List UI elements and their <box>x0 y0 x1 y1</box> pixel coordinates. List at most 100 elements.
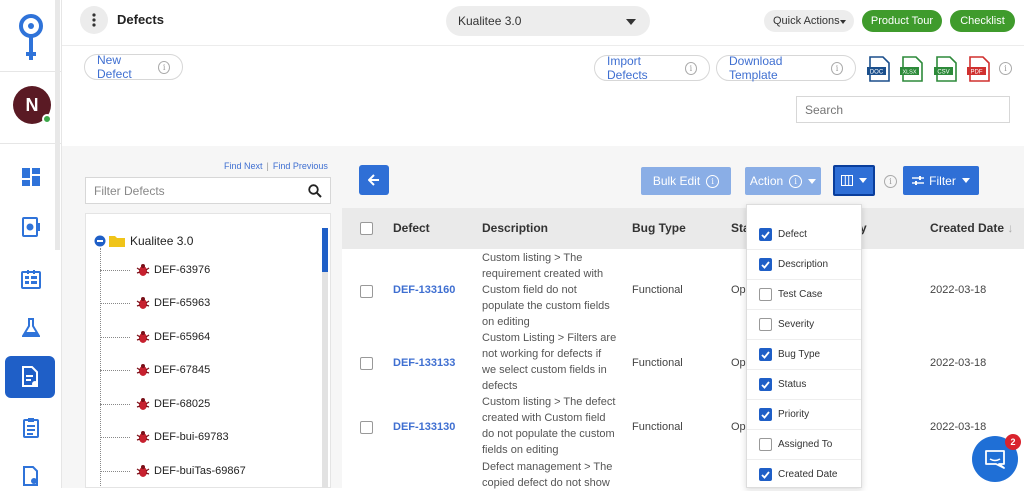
checked-checkbox-icon[interactable] <box>759 228 772 241</box>
new-defect-button[interactable]: New Defect i <box>84 53 183 81</box>
column-header-created-date[interactable]: Created Date ↓ <box>930 221 1013 235</box>
tree-item[interactable]: DEF-buiTas-69867 <box>100 464 246 478</box>
rail-scrollbar[interactable] <box>55 0 60 250</box>
action-button[interactable]: Action i <box>745 167 821 195</box>
column-option[interactable]: Defect <box>747 220 861 250</box>
row-bug-type: Functional <box>632 284 683 296</box>
column-option[interactable]: Priority <box>747 400 861 430</box>
row-bug-type: Functional <box>632 421 683 433</box>
tree-item[interactable]: DEF-63976 <box>100 263 210 277</box>
back-button[interactable] <box>359 165 389 195</box>
description-line: do not populate the custom <box>482 428 615 440</box>
description-line: created with Custom field <box>482 412 606 424</box>
find-links-separator: | <box>266 161 269 171</box>
collapse-icon[interactable] <box>94 235 106 247</box>
column-option[interactable]: Created Date <box>747 460 861 490</box>
pdf-file-icon[interactable]: PDF <box>964 55 992 83</box>
tree-item-label: DEF-bui-69783 <box>154 431 229 443</box>
search-input[interactable] <box>796 96 1010 123</box>
tree-item[interactable]: DEF-65964 <box>100 330 210 344</box>
defect-id-link[interactable]: DEF-133160 <box>393 284 455 296</box>
checked-checkbox-icon[interactable] <box>759 378 772 391</box>
page-title: Defects <box>117 12 164 27</box>
column-option-label: Priority <box>778 409 810 420</box>
doc-file-icon[interactable]: DOC <box>864 55 892 83</box>
find-next-link[interactable]: Find Next <box>224 161 263 171</box>
checked-checkbox-icon[interactable] <box>759 408 772 421</box>
xlsx-file-icon[interactable]: XLSX <box>897 55 925 83</box>
bug-icon <box>136 264 150 276</box>
column-option[interactable]: Description <box>747 250 861 280</box>
defects-nav-icon[interactable] <box>5 356 55 398</box>
unchecked-checkbox-icon[interactable] <box>759 318 772 331</box>
defect-id-link[interactable]: DEF-133133 <box>393 357 455 369</box>
bulk-edit-button[interactable]: Bulk Edit i <box>641 167 731 195</box>
column-option[interactable]: Bug Type <box>747 340 861 370</box>
info-icon[interactable]: i <box>999 62 1012 75</box>
info-icon[interactable]: i <box>706 174 720 188</box>
tree-branch-line <box>100 436 130 438</box>
online-status-dot <box>42 114 52 124</box>
download-template-button[interactable]: Download Template i <box>716 54 856 82</box>
column-option-label: Bug Type <box>778 349 821 360</box>
defect-id-link[interactable]: DEF-133130 <box>393 421 455 433</box>
tree-branch-line <box>100 269 130 271</box>
row-checkbox[interactable] <box>360 285 373 298</box>
column-header-defect[interactable]: Defect <box>393 221 430 235</box>
product-tour-button[interactable]: Product Tour <box>862 10 942 32</box>
tree-item-label: DEF-67845 <box>154 364 211 376</box>
import-defects-button[interactable]: Import Defects i <box>594 54 710 82</box>
select-all-checkbox[interactable] <box>360 222 373 235</box>
info-icon[interactable]: i <box>830 61 843 75</box>
report-search-icon[interactable] <box>17 462 45 490</box>
tree-root-node[interactable]: Kualitee 3.0 <box>94 234 193 248</box>
tree-item[interactable]: DEF-65963 <box>100 296 210 310</box>
info-icon[interactable]: i <box>158 60 170 74</box>
unchecked-checkbox-icon[interactable] <box>759 438 772 451</box>
checklist-button[interactable]: Checklist <box>950 10 1015 32</box>
tree-item[interactable]: DEF-68025 <box>100 397 210 411</box>
search-icon[interactable] <box>308 184 322 198</box>
tree-item-label: DEF-63976 <box>154 264 211 276</box>
lab-flask-icon[interactable] <box>17 314 45 342</box>
test-plan-icon[interactable] <box>17 265 45 293</box>
description-line: Custom listing > The defect <box>482 396 616 408</box>
avatar-initial: N <box>25 94 39 115</box>
checked-checkbox-icon[interactable] <box>759 468 772 481</box>
tree-item[interactable]: DEF-67845 <box>100 363 210 377</box>
project-select[interactable]: Kualitee 3.0 <box>446 6 650 36</box>
tree-scrollbar-thumb[interactable] <box>322 228 328 272</box>
settings-document-icon[interactable] <box>17 213 45 241</box>
column-header-bug-type[interactable]: Bug Type <box>632 221 686 235</box>
xlsx-file-label: XLSX <box>902 70 916 76</box>
info-icon[interactable]: i <box>884 175 897 188</box>
created-date-label: Created Date <box>930 221 1005 235</box>
dashboard-icon[interactable] <box>17 163 45 191</box>
column-option[interactable]: Status <box>747 370 861 400</box>
checked-checkbox-icon[interactable] <box>759 348 772 361</box>
row-checkbox[interactable] <box>360 357 373 370</box>
quick-actions-button[interactable]: Quick Actions <box>764 10 854 32</box>
find-previous-link[interactable]: Find Previous <box>273 161 328 171</box>
clipboard-list-icon[interactable] <box>17 414 45 442</box>
column-header-description[interactable]: Description <box>482 221 548 235</box>
filter-defects-input[interactable]: Filter Defects <box>85 177 331 204</box>
filter-button[interactable]: Filter <box>903 166 979 195</box>
checked-checkbox-icon[interactable] <box>759 258 772 271</box>
column-chooser-button[interactable] <box>833 165 875 196</box>
tree-item[interactable]: DEF-bui-69783 <box>100 430 229 444</box>
unchecked-checkbox-icon[interactable] <box>759 288 772 301</box>
bug-icon <box>136 465 150 477</box>
info-icon[interactable]: i <box>684 61 697 75</box>
sort-arrow-icon[interactable]: ↓ <box>1007 221 1013 235</box>
column-option-label: Description <box>778 259 829 270</box>
info-icon[interactable]: i <box>789 174 803 188</box>
column-option[interactable]: Severity <box>747 310 861 340</box>
row-checkbox[interactable] <box>360 421 373 434</box>
column-option[interactable]: Assigned To <box>747 430 861 460</box>
kebab-menu-icon[interactable] <box>80 6 108 34</box>
kualitee-logo-icon[interactable] <box>18 14 44 62</box>
csv-file-icon[interactable]: CSV <box>931 55 959 83</box>
description-line: Custom Listing > Filters are <box>482 332 617 344</box>
column-option[interactable]: Test Case <box>747 280 861 310</box>
